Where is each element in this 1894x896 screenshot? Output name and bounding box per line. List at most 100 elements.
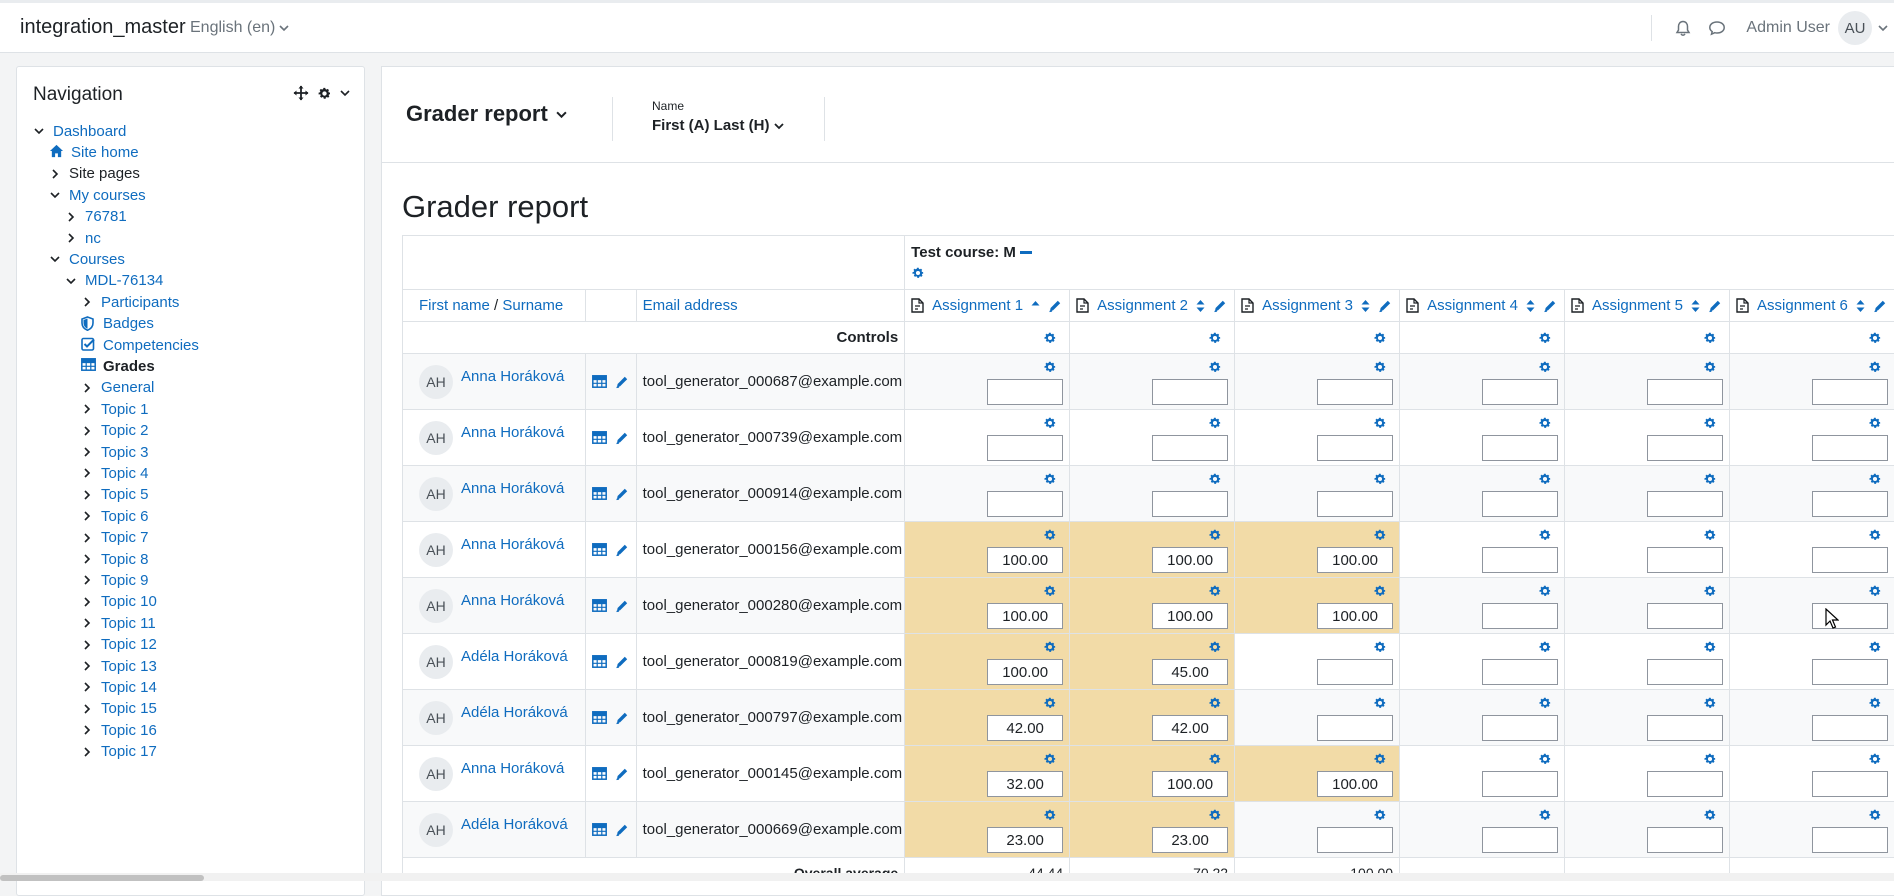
- grade-input[interactable]: [1647, 771, 1723, 797]
- student-name-link[interactable]: Anna Horáková: [461, 424, 564, 441]
- sort-icon[interactable]: [1196, 299, 1205, 313]
- pencil-icon[interactable]: [615, 543, 629, 557]
- gear-icon[interactable]: [1208, 752, 1222, 766]
- gear-icon[interactable]: [1373, 331, 1387, 345]
- bell-icon[interactable]: [1666, 3, 1700, 53]
- grades-table-icon[interactable]: [592, 655, 607, 669]
- pencil-icon[interactable]: [1708, 299, 1722, 313]
- grades-table-icon[interactable]: [592, 543, 607, 557]
- gear-icon[interactable]: [911, 266, 1888, 280]
- gear-icon[interactable]: [1538, 808, 1552, 822]
- grade-input[interactable]: [1647, 659, 1723, 685]
- student-name-link[interactable]: Anna Horáková: [461, 592, 564, 609]
- gear-icon[interactable]: [1538, 640, 1552, 654]
- grade-input[interactable]: [1647, 435, 1723, 461]
- grade-input[interactable]: [987, 379, 1063, 405]
- language-menu[interactable]: English (en): [190, 19, 289, 37]
- report-selector[interactable]: Grader report: [406, 101, 567, 127]
- nav-item-nc[interactable]: nc: [65, 226, 101, 250]
- student-name-link[interactable]: Adéla Horáková: [461, 816, 568, 833]
- avatar[interactable]: AH: [419, 701, 453, 735]
- gear-icon[interactable]: [1373, 696, 1387, 710]
- grade-input[interactable]: [1647, 603, 1723, 629]
- chevron-right-icon[interactable]: [81, 425, 93, 437]
- gear-icon[interactable]: [1538, 752, 1552, 766]
- gear-icon[interactable]: [1868, 752, 1882, 766]
- chevron-right-icon[interactable]: [81, 296, 93, 308]
- grades-table-icon[interactable]: [592, 823, 607, 837]
- gear-icon[interactable]: [1703, 528, 1717, 542]
- nav-item-topic-17[interactable]: Topic 17: [81, 740, 157, 764]
- grade-input[interactable]: [1647, 379, 1723, 405]
- gear-icon[interactable]: [1373, 640, 1387, 654]
- pencil-icon[interactable]: [615, 599, 629, 613]
- gear-icon[interactable]: [1043, 640, 1057, 654]
- nav-item-badges[interactable]: Badges: [81, 312, 154, 336]
- chevron-right-icon[interactable]: [81, 467, 93, 479]
- nav-item-site-home[interactable]: Site home: [49, 140, 139, 164]
- gear-icon[interactable]: [1208, 360, 1222, 374]
- gear-icon[interactable]: [1373, 584, 1387, 598]
- grade-input[interactable]: [1152, 827, 1228, 853]
- gear-icon[interactable]: [1703, 416, 1717, 430]
- student-name-link[interactable]: Anna Horáková: [461, 368, 564, 385]
- gear-icon[interactable]: [1703, 472, 1717, 486]
- gear-icon[interactable]: [1868, 360, 1882, 374]
- avatar[interactable]: AH: [419, 477, 453, 511]
- grade-input[interactable]: [1482, 715, 1558, 741]
- grades-table-icon[interactable]: [592, 599, 607, 613]
- gear-icon[interactable]: [1703, 584, 1717, 598]
- chevron-right-icon[interactable]: [65, 232, 77, 244]
- gear-icon[interactable]: [1208, 584, 1222, 598]
- pencil-icon[interactable]: [615, 487, 629, 501]
- chevron-right-icon[interactable]: [81, 382, 93, 394]
- gear-icon[interactable]: [1043, 752, 1057, 766]
- nav-item-topic-13[interactable]: Topic 13: [81, 654, 157, 678]
- nav-item-dashboard[interactable]: Dashboard: [33, 119, 126, 143]
- grade-input[interactable]: [987, 547, 1063, 573]
- avatar[interactable]: AH: [419, 533, 453, 567]
- nav-item-topic-11[interactable]: Topic 11: [81, 611, 156, 635]
- grade-input[interactable]: [1812, 379, 1888, 405]
- chevron-right-icon[interactable]: [81, 724, 93, 736]
- gear-icon[interactable]: [1703, 752, 1717, 766]
- grade-input[interactable]: [1152, 603, 1228, 629]
- nav-item-topic-3[interactable]: Topic 3: [81, 440, 149, 464]
- grade-input[interactable]: [987, 827, 1063, 853]
- assignment-link[interactable]: Assignment 4: [1427, 297, 1518, 314]
- gear-icon[interactable]: [1703, 360, 1717, 374]
- grade-input[interactable]: [1152, 379, 1228, 405]
- nav-item-participants[interactable]: Participants: [81, 290, 179, 314]
- move-icon[interactable]: [293, 85, 309, 101]
- gear-icon[interactable]: [1538, 528, 1552, 542]
- student-name-link[interactable]: Anna Horáková: [461, 480, 564, 497]
- grade-input[interactable]: [1152, 715, 1228, 741]
- gear-icon[interactable]: [1868, 331, 1882, 345]
- student-name-link[interactable]: Anna Horáková: [461, 760, 564, 777]
- grade-input[interactable]: [1317, 435, 1393, 461]
- grade-input[interactable]: [1317, 715, 1393, 741]
- gear-icon[interactable]: [1703, 808, 1717, 822]
- chevron-down-icon[interactable]: [340, 88, 350, 98]
- sort-firstname-link[interactable]: First name: [419, 297, 490, 314]
- pencil-icon[interactable]: [615, 711, 629, 725]
- nav-item-topic-4[interactable]: Topic 4: [81, 461, 149, 485]
- chevron-right-icon[interactable]: [81, 446, 93, 458]
- avatar[interactable]: AH: [419, 421, 453, 455]
- horizontal-scrollbar[interactable]: [0, 873, 1894, 881]
- chevron-right-icon[interactable]: [49, 168, 61, 180]
- nav-item-topic-16[interactable]: Topic 16: [81, 718, 157, 742]
- pencil-icon[interactable]: [615, 823, 629, 837]
- gear-icon[interactable]: [1043, 472, 1057, 486]
- grade-input[interactable]: [1647, 827, 1723, 853]
- gear-icon[interactable]: [1703, 696, 1717, 710]
- chevron-down-icon[interactable]: [49, 189, 61, 201]
- nav-item-topic-10[interactable]: Topic 10: [81, 590, 157, 614]
- grade-input[interactable]: [1317, 603, 1393, 629]
- grade-input[interactable]: [1482, 827, 1558, 853]
- sort-email-link[interactable]: Email address: [643, 297, 738, 314]
- assignment-link[interactable]: Assignment 2: [1097, 297, 1188, 314]
- pencil-icon[interactable]: [1378, 299, 1392, 313]
- grade-input[interactable]: [1152, 659, 1228, 685]
- grade-input[interactable]: [987, 771, 1063, 797]
